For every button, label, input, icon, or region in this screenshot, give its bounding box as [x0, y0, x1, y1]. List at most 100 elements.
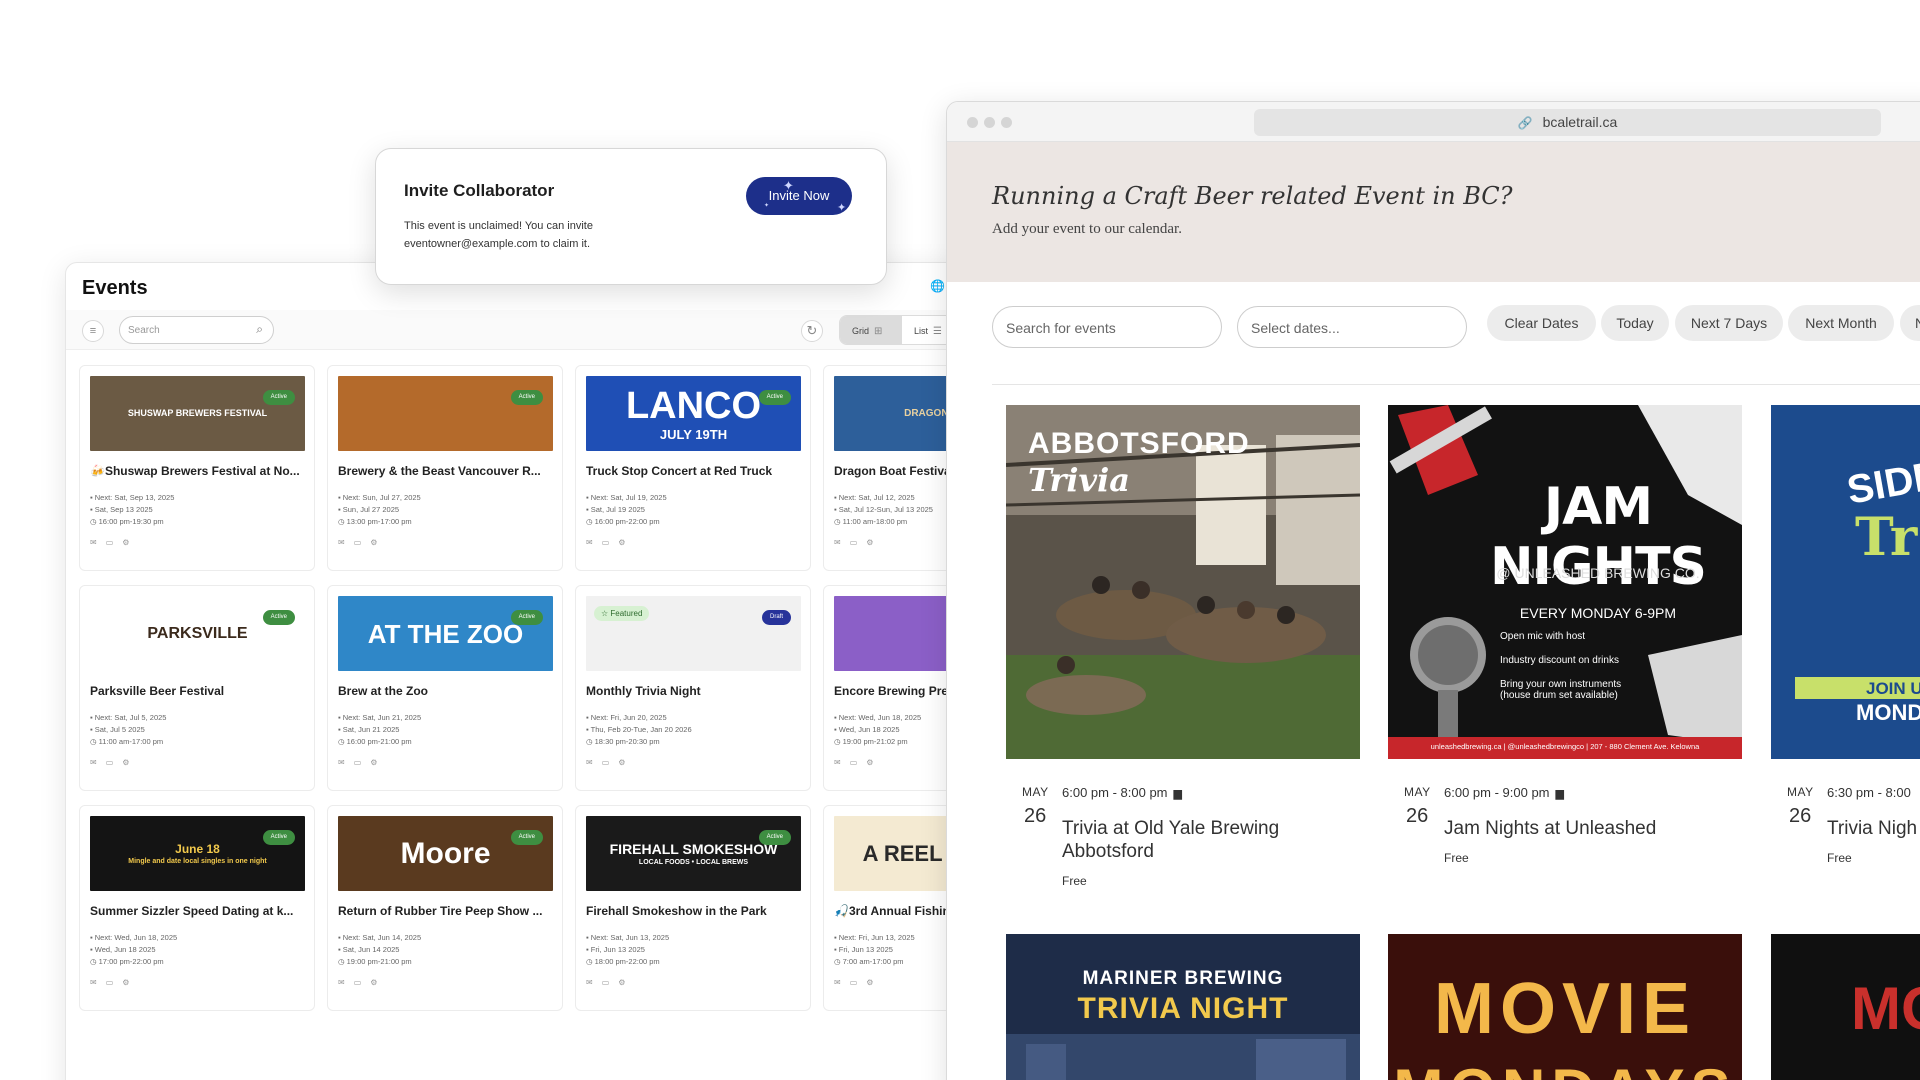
chip-today[interactable]: Today: [1601, 305, 1669, 341]
events-search[interactable]: ⌕: [119, 316, 274, 344]
event-card-title[interactable]: Return of Rubber Tire Peep Show ...: [338, 904, 556, 918]
copy-icon[interactable]: ▭: [850, 758, 867, 767]
event-card-title[interactable]: Parksville Beer Festival: [90, 684, 308, 698]
settings-icon[interactable]: ⚙: [866, 758, 882, 767]
event-card[interactable]: Active Brewery & the Beast Vancouver R...…: [327, 365, 563, 571]
event-card[interactable]: A REEL FISHIN🎣3rd Annual Fishin...▪ Next…: [823, 805, 964, 1011]
event-card[interactable]: June 18 Mingle and date local singles in …: [79, 805, 315, 1011]
event-image[interactable]: MOVIE MONDAYS: [1388, 934, 1742, 1080]
status-badge: Active: [510, 610, 543, 625]
settings-icon[interactable]: ⚙: [122, 758, 138, 767]
event-card[interactable]: AT THE ZOO Active Brew at the Zoo ▪ Next: S…: [327, 585, 563, 791]
events-search-input[interactable]: [128, 321, 243, 339]
event-card-title[interactable]: Truck Stop Concert at Red Truck: [586, 464, 804, 478]
copy-icon[interactable]: ▭: [354, 978, 371, 987]
event-card-title[interactable]: Firehall Smokeshow in the Park: [586, 904, 804, 918]
event-thumbnail[interactable]: June 18 Mingle and date local singles in …: [90, 816, 305, 891]
event-card-title[interactable]: Brew at the Zoo: [338, 684, 556, 698]
email-icon[interactable]: ✉: [338, 978, 354, 987]
event-search-field[interactable]: [992, 306, 1222, 348]
event-image[interactable]: MO: [1771, 934, 1920, 1080]
calendar-icon[interactable]: ▆: [1556, 788, 1564, 800]
event-card[interactable]: DRAGON BOATDragon Boat Festiva...▪ Next:…: [823, 365, 964, 571]
copy-icon[interactable]: ▭: [602, 538, 619, 547]
chip-next-month[interactable]: Next Month: [1788, 305, 1894, 341]
copy-icon[interactable]: ▭: [602, 978, 619, 987]
email-icon[interactable]: ✉: [90, 978, 106, 987]
event-title[interactable]: Trivia Nigh: [1827, 817, 1920, 840]
event-image[interactable]: MARINER BREWING TRIVIA NIGHT: [1006, 934, 1360, 1080]
email-icon[interactable]: ✉: [834, 978, 850, 987]
copy-icon[interactable]: ▭: [354, 758, 371, 767]
chip-next-7-days[interactable]: Next 7 Days: [1675, 305, 1783, 341]
email-icon[interactable]: ✉: [338, 538, 354, 547]
event-thumbnail[interactable]: Moore Active: [338, 816, 553, 891]
settings-icon[interactable]: ⚙: [618, 978, 634, 987]
copy-icon[interactable]: ▭: [106, 538, 123, 547]
window-minimize-dot[interactable]: [984, 117, 995, 128]
copy-icon[interactable]: ▭: [354, 538, 371, 547]
chip-more[interactable]: N: [1900, 305, 1920, 341]
chip-clear-dates[interactable]: Clear Dates: [1487, 305, 1596, 341]
settings-icon[interactable]: ⚙: [370, 758, 386, 767]
hero-subtitle[interactable]: Add your event to our calendar.: [992, 221, 1182, 238]
event-card-title[interactable]: Brewery & the Beast Vancouver R...: [338, 464, 556, 478]
date-picker-input[interactable]: [1251, 318, 1451, 338]
hero-banner: Running a Craft Beer related Event in BC…: [947, 142, 1920, 282]
copy-icon[interactable]: ▭: [850, 978, 867, 987]
copy-icon[interactable]: ▭: [602, 758, 619, 767]
copy-icon[interactable]: ▭: [106, 978, 123, 987]
event-thumbnail[interactable]: Active: [338, 376, 553, 451]
calendar-icon[interactable]: ▆: [1174, 788, 1182, 800]
email-icon[interactable]: ✉: [90, 758, 106, 767]
event-thumbnail[interactable]: FIREHALL SMOKESHOW LOCAL FOODS • LOCAL BR…: [586, 816, 801, 891]
globe-icon[interactable]: 🌐: [930, 279, 945, 293]
settings-icon[interactable]: ⚙: [122, 978, 138, 987]
email-icon[interactable]: ✉: [338, 758, 354, 767]
event-title[interactable]: Trivia at Old Yale Brewing Abbotsford: [1062, 817, 1352, 863]
settings-icon[interactable]: ⚙: [618, 758, 634, 767]
email-icon[interactable]: ✉: [834, 538, 850, 547]
copy-icon[interactable]: ▭: [850, 538, 867, 547]
event-card[interactable]: SHUSWAP BREWERS FESTIVAL Active 🍻Shuswap B…: [79, 365, 315, 571]
date-picker-field[interactable]: [1237, 306, 1467, 348]
event-date-range-text: Wed, Jun 18 2025: [838, 725, 900, 734]
event-thumbnail[interactable]: PARKSVILLE Active: [90, 596, 305, 671]
settings-icon[interactable]: ⚙: [370, 978, 386, 987]
event-card[interactable]: PARKSVILLE Active Parksville Beer Festival…: [79, 585, 315, 791]
event-card-title[interactable]: 🍻Shuswap Brewers Festival at No...: [90, 464, 308, 478]
email-icon[interactable]: ✉: [834, 758, 850, 767]
event-card[interactable]: Encore Brewing Pre... ▪ Next: Wed, Jun 18…: [823, 585, 964, 791]
event-image[interactable]: ABBOTSFORD Trivia: [1006, 405, 1360, 759]
event-card[interactable]: LANCO JULY 19TH Active Truck Stop Concert a…: [575, 365, 811, 571]
event-card[interactable]: ☆ Featured Draft Monthly Trivia Night ▪ Nex…: [575, 585, 811, 791]
copy-icon[interactable]: ▭: [106, 758, 123, 767]
event-image[interactable]: JAM NIGHTS @ UNLEASHED BREWING CO. EVERY…: [1388, 405, 1742, 759]
settings-icon[interactable]: ⚙: [866, 978, 882, 987]
window-close-dot[interactable]: [967, 117, 978, 128]
event-thumbnail[interactable]: LANCO JULY 19TH Active: [586, 376, 801, 451]
event-card-title[interactable]: Summer Sizzler Speed Dating at k...: [90, 904, 308, 918]
email-icon[interactable]: ✉: [586, 538, 602, 547]
event-title[interactable]: Jam Nights at Unleashed: [1444, 817, 1734, 840]
email-icon[interactable]: ✉: [586, 978, 602, 987]
email-icon[interactable]: ✉: [586, 758, 602, 767]
settings-icon[interactable]: ⚙: [866, 538, 882, 547]
settings-icon[interactable]: ⚙: [618, 538, 634, 547]
event-image[interactable]: SIDE Tr JOIN U MOND: [1771, 405, 1920, 759]
event-card[interactable]: FIREHALL SMOKESHOW LOCAL FOODS • LOCAL BR…: [575, 805, 811, 1011]
window-zoom-dot[interactable]: [1001, 117, 1012, 128]
event-thumbnail[interactable]: SHUSWAP BREWERS FESTIVAL Active: [90, 376, 305, 451]
refresh-button[interactable]: ↻: [801, 320, 823, 342]
settings-icon[interactable]: ⚙: [370, 538, 386, 547]
event-thumbnail[interactable]: AT THE ZOO Active: [338, 596, 553, 671]
email-icon[interactable]: ✉: [90, 538, 106, 547]
event-card-title[interactable]: Monthly Trivia Night: [586, 684, 804, 698]
view-grid-button[interactable]: Grid ⊞: [840, 316, 902, 344]
event-card[interactable]: Moore Active Return of Rubber Tire Peep Sh…: [327, 805, 563, 1011]
settings-icon[interactable]: ⚙: [122, 538, 138, 547]
address-bar[interactable]: 🔗 bcaletrail.ca: [1254, 109, 1881, 136]
event-search-input[interactable]: [1006, 318, 1206, 338]
event-thumbnail[interactable]: ☆ Featured Draft: [586, 596, 801, 671]
filter-button[interactable]: ≡: [82, 320, 104, 342]
